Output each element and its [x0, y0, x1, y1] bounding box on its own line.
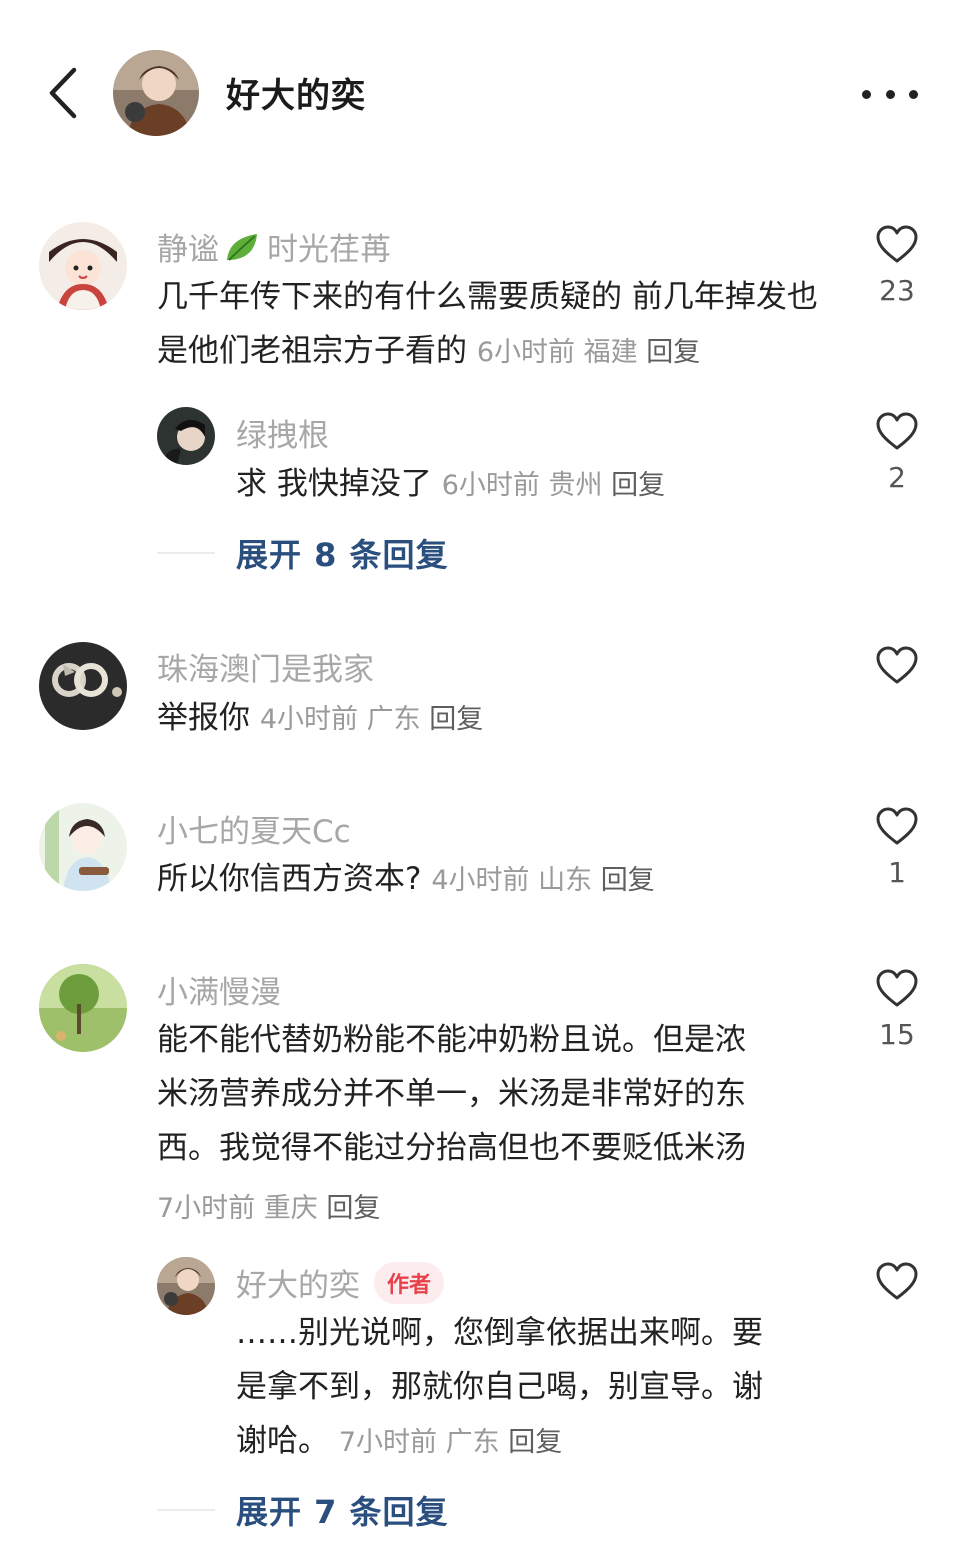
like-button[interactable]: 23 — [872, 224, 922, 307]
reply-button[interactable]: 回复 — [429, 704, 483, 735]
commenter-name[interactable]: 珠海澳门是我家 — [157, 644, 374, 689]
like-count: 1 — [888, 856, 906, 889]
comment-time: 6小时前 — [441, 470, 540, 501]
expand-replies-button[interactable]: 展开 7 条回复 — [157, 1487, 449, 1533]
like-button[interactable]: 15 — [872, 968, 922, 1051]
comment-time: 7小时前 — [338, 1427, 438, 1458]
comment-time: 6小时前 — [476, 337, 576, 368]
comment-location: 广东 — [445, 1427, 500, 1458]
commenter-avatar[interactable] — [39, 222, 127, 310]
expand-replies-button[interactable]: 展开 8 条回复 — [157, 530, 449, 576]
leaf-emoji-icon — [227, 234, 257, 261]
chevron-left-icon — [49, 67, 77, 119]
commenter-name[interactable]: 小满慢漫 — [157, 967, 281, 1012]
comment-text: 几千年传下来的有什么需要质疑的 前几年掉发也是他们老祖宗方子看的 6小时前 福建… — [157, 279, 818, 369]
comment-location: 重庆 — [263, 1193, 318, 1224]
comment-meta: 7小时前 广东 回复 — [339, 1427, 562, 1458]
like-count: 15 — [879, 1018, 915, 1051]
comment-location: 贵州 — [548, 470, 603, 501]
reply-button[interactable]: 回复 — [326, 1193, 380, 1224]
comment-time: 4小时前 — [259, 704, 359, 735]
heart-outline-icon — [876, 646, 918, 684]
page-title: 好大的奕 — [226, 76, 366, 116]
comment-meta: 4小时前 山东 回复 — [431, 865, 654, 896]
like-count: 23 — [879, 274, 915, 307]
author-badge: 作者 — [374, 1262, 445, 1304]
like-button[interactable]: 2 — [872, 411, 922, 494]
divider — [157, 552, 215, 554]
comment-time: 4小时前 — [431, 865, 530, 896]
comment-location: 广东 — [366, 704, 421, 735]
heart-outline-icon — [876, 225, 918, 263]
heart-outline-icon — [876, 412, 918, 450]
reply-button[interactable]: 回复 — [611, 470, 665, 501]
comment-meta: 7小时前 重庆 回复 — [157, 1186, 380, 1225]
comment-text: 所以你信西方资本? 4小时前 山东 回复 — [157, 861, 655, 897]
author-avatar[interactable] — [113, 50, 199, 136]
like-count: 2 — [888, 461, 906, 494]
comment-meta: 6小时前 福建 回复 — [477, 337, 700, 368]
commenter-name[interactable]: 好大的奕 作者 — [236, 1260, 445, 1305]
commenter-avatar[interactable] — [157, 407, 215, 465]
commenter-name[interactable]: 静谧 时光荏苒 — [157, 224, 391, 269]
reply-button[interactable]: 回复 — [646, 337, 700, 368]
commenter-avatar[interactable] — [39, 964, 127, 1052]
commenter-name[interactable]: 小七的夏天Cc — [157, 806, 351, 851]
comment-meta: 4小时前 广东 回复 — [260, 704, 483, 735]
reply-button[interactable]: 回复 — [508, 1427, 562, 1458]
more-dots-icon — [862, 89, 871, 99]
commenter-name[interactable]: 绿拽根 — [236, 410, 329, 455]
commenter-avatar[interactable] — [39, 642, 127, 730]
back-button[interactable] — [38, 58, 88, 128]
comment-time: 7小时前 — [157, 1193, 256, 1224]
commenter-avatar[interactable] — [157, 1257, 215, 1315]
more-button[interactable] — [858, 74, 922, 114]
heart-outline-icon — [876, 1262, 918, 1300]
commenter-avatar[interactable] — [39, 803, 127, 891]
like-button[interactable] — [872, 1261, 922, 1301]
heart-outline-icon — [876, 807, 918, 845]
like-button[interactable]: 1 — [872, 806, 922, 889]
heart-outline-icon — [876, 969, 918, 1007]
divider — [157, 1509, 215, 1511]
comment-location: 山东 — [538, 865, 593, 896]
comment-location: 福建 — [583, 337, 638, 368]
comment-text: 能不能代替奶粉能不能冲奶粉且说。但是浓 米汤营养成分并不单一，米汤是非常好的东 … — [157, 1022, 746, 1166]
comment-meta: 6小时前 贵州 回复 — [442, 470, 665, 501]
like-button[interactable] — [872, 645, 922, 685]
comment-text: 求 我快掉没了 6小时前 贵州 回复 — [236, 466, 666, 502]
reply-button[interactable]: 回复 — [601, 865, 655, 896]
comment-text: 举报你 4小时前 广东 回复 — [157, 700, 484, 736]
top-bar: 好大的奕 — [0, 0, 960, 190]
comment-text: ……别光说啊，您倒拿依据出来啊。要 是拿不到，那就你自己喝，别宣导。谢 谢哈。 … — [236, 1315, 763, 1459]
